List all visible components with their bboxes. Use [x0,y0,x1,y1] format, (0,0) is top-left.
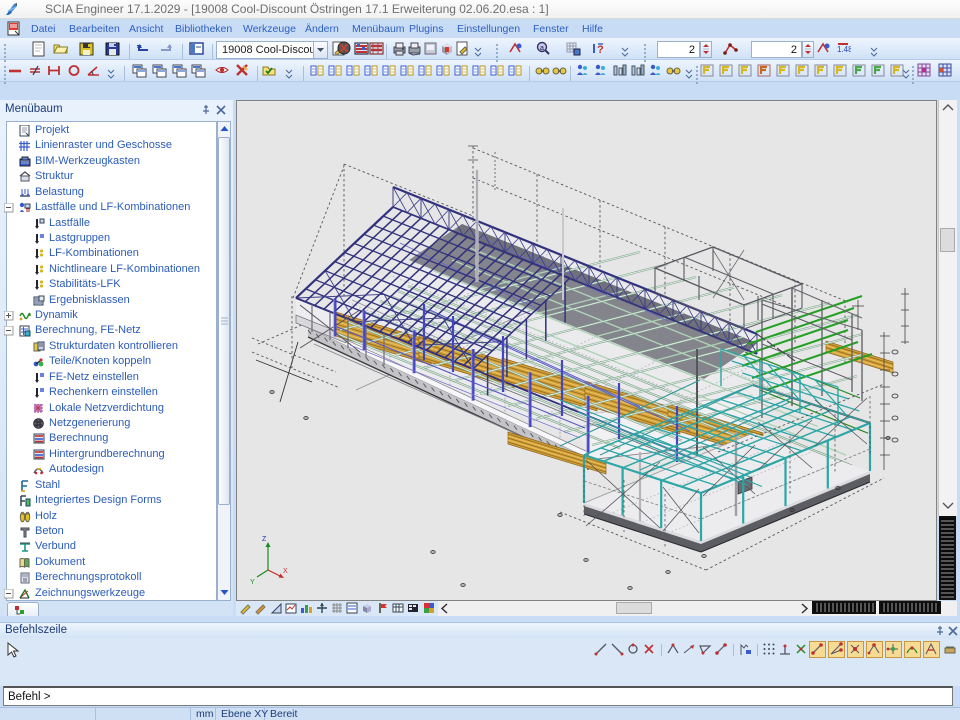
svg-text:X: X [283,568,288,575]
svg-text:?: ? [597,44,604,56]
svg-text:1.48: 1.48 [837,45,851,54]
svg-text:a: a [540,45,544,52]
svg-text:Y: Y [250,579,255,586]
svg-text:Z: Z [262,536,267,543]
